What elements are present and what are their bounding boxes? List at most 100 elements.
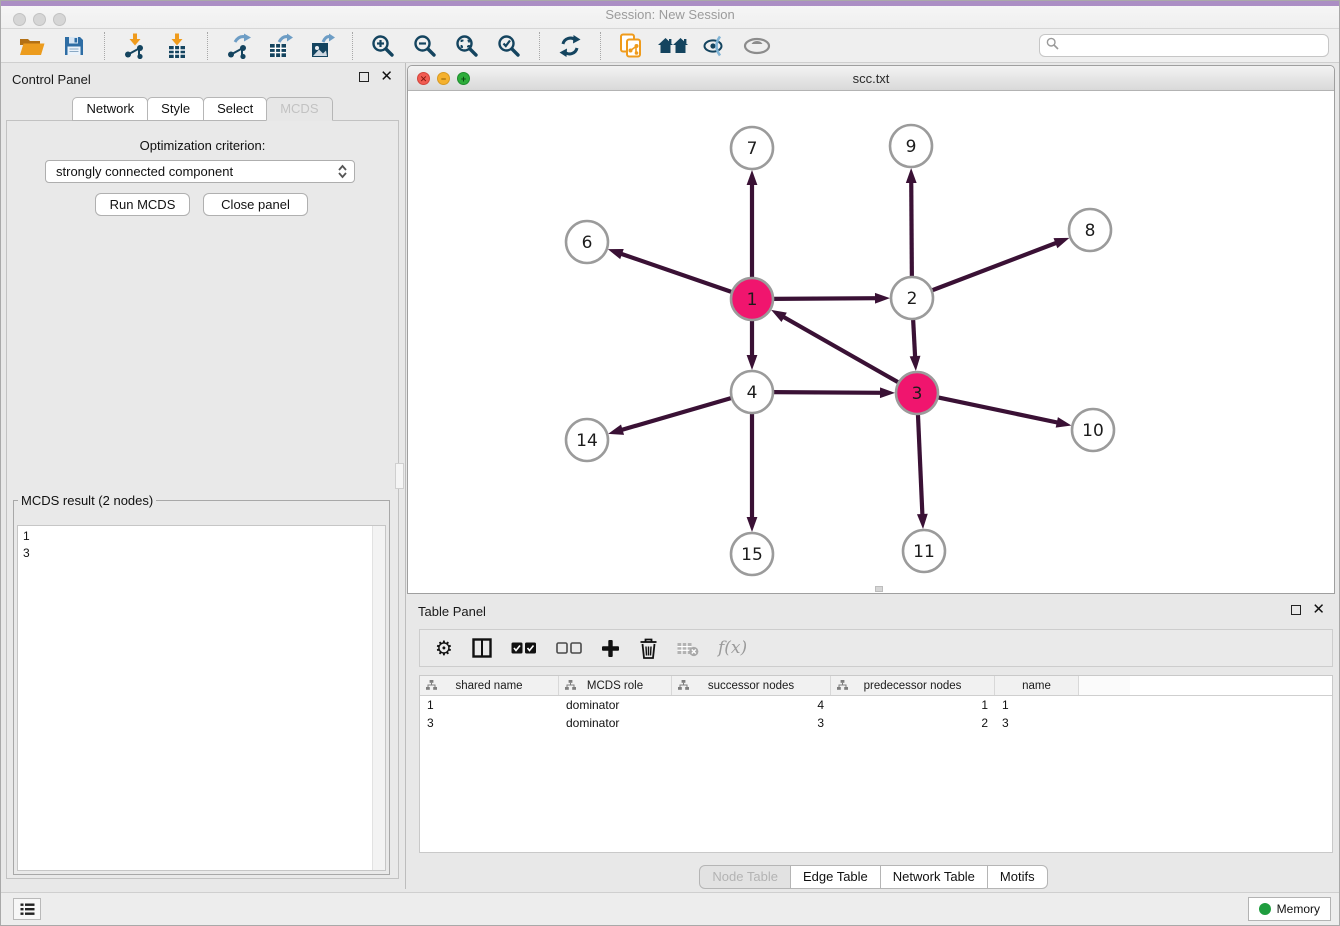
edge-2-8[interactable]: [932, 242, 1059, 290]
table-row[interactable]: 1dominator411: [420, 698, 1332, 714]
column-header-successor-nodes[interactable]: successor nodes: [672, 676, 831, 695]
delete-column-trash-icon[interactable]: [639, 638, 658, 659]
arrowhead: [747, 355, 758, 370]
close-panel-icon[interactable]: ✕: [380, 72, 393, 82]
import-network-icon[interactable]: [119, 31, 151, 61]
table-cell[interactable]: 3: [995, 716, 1079, 732]
status-bar: Memory: [1, 892, 1339, 925]
zoom-fit-icon[interactable]: [451, 31, 483, 61]
tab-edge-table[interactable]: Edge Table: [790, 865, 881, 889]
save-icon[interactable]: [58, 31, 90, 61]
edge-4-3[interactable]: [773, 392, 883, 393]
task-list-icon: [20, 903, 35, 916]
table-cell[interactable]: 1: [420, 698, 559, 714]
zoom-out-icon[interactable]: [409, 31, 441, 61]
optimization-label: Optimization criterion:: [7, 138, 398, 153]
panel-splitter-grip[interactable]: [395, 463, 404, 489]
edge-2-9[interactable]: [911, 180, 912, 277]
network-scrollbar-grip[interactable]: [875, 586, 883, 592]
tab-network[interactable]: Network: [72, 97, 148, 121]
mcds-result-title: MCDS result (2 nodes): [18, 493, 156, 508]
task-history-button[interactable]: [13, 898, 41, 920]
arrowhead: [875, 293, 890, 304]
deselect-all-icon[interactable]: [556, 642, 582, 654]
mcds-result-list[interactable]: 13: [17, 525, 386, 871]
node-label-1: 1: [747, 290, 758, 310]
tab-network-table[interactable]: Network Table: [880, 865, 988, 889]
node-label-14: 14: [576, 431, 598, 451]
table-cell[interactable]: dominator: [559, 698, 672, 714]
tab-mcds[interactable]: MCDS: [266, 97, 332, 121]
dropdown-stepper-icon: [337, 164, 348, 179]
result-scrollbar[interactable]: [372, 526, 385, 870]
show-panel-eye-icon[interactable]: [741, 31, 773, 61]
edge-2-3[interactable]: [913, 319, 915, 359]
float-table-panel-icon[interactable]: [1291, 605, 1301, 615]
clone-network-icon[interactable]: [615, 31, 647, 61]
window-title: Session: New Session: [1, 7, 1339, 22]
table-cell[interactable]: dominator: [559, 716, 672, 732]
table-cell[interactable]: 1: [831, 698, 995, 714]
network-graph[interactable]: 1234678910111415: [408, 92, 1334, 593]
zoom-selected-icon[interactable]: [493, 31, 525, 61]
table-header-row: shared nameMCDS rolesuccessor nodesprede…: [420, 676, 1332, 696]
arrowhead: [771, 310, 787, 322]
edge-1-6[interactable]: [619, 253, 732, 292]
table-panel-title: Table Panel: [418, 604, 486, 619]
tab-style[interactable]: Style: [147, 97, 204, 121]
table-cell[interactable]: 4: [672, 698, 831, 714]
column-header-predecessor-nodes[interactable]: predecessor nodes: [831, 676, 995, 695]
table-row[interactable]: 3dominator323: [420, 716, 1332, 732]
run-mcds-button[interactable]: Run MCDS: [95, 193, 190, 216]
close-table-panel-icon[interactable]: ✕: [1312, 605, 1325, 615]
arrowhead: [906, 168, 917, 183]
criterion-value: strongly connected component: [56, 164, 337, 179]
network-title: scc.txt: [408, 66, 1334, 91]
tab-motifs[interactable]: Motifs: [987, 865, 1048, 889]
table-panel: Table Panel ✕ ⚙ f(x): [407, 601, 1340, 894]
arrowhead: [880, 387, 895, 398]
export-image-icon[interactable]: [306, 31, 338, 61]
column-header-MCDS-role[interactable]: MCDS role: [559, 676, 672, 695]
edge-4-14[interactable]: [620, 398, 732, 431]
column-header-name[interactable]: name: [995, 676, 1079, 695]
search-icon: [1046, 37, 1059, 55]
export-network-icon[interactable]: [222, 31, 254, 61]
criterion-dropdown[interactable]: strongly connected component: [45, 160, 355, 183]
network-window-titlebar[interactable]: ✕ − + scc.txt: [408, 66, 1334, 91]
export-table-icon[interactable]: [264, 31, 296, 61]
add-column-icon[interactable]: [601, 639, 620, 658]
search-input[interactable]: [1063, 38, 1322, 54]
close-panel-button[interactable]: Close panel: [203, 193, 308, 216]
edge-3-10[interactable]: [938, 397, 1060, 423]
node-label-11: 11: [913, 542, 935, 562]
arrowhead: [1056, 417, 1072, 428]
float-panel-icon[interactable]: [359, 72, 369, 82]
refresh-layout-icon[interactable]: [554, 31, 586, 61]
table-cell[interactable]: 2: [831, 716, 995, 732]
edge-1-2[interactable]: [773, 298, 878, 299]
hide-panel-eye-slash-icon[interactable]: [699, 31, 731, 61]
zoom-in-icon[interactable]: [367, 31, 399, 61]
column-type-icon: [565, 680, 576, 694]
search-box[interactable]: [1039, 34, 1329, 57]
table-cell[interactable]: 3: [420, 716, 559, 732]
edge-3-11[interactable]: [918, 414, 923, 517]
accent-strip: [1, 1, 1339, 6]
open-folder-icon[interactable]: [16, 31, 48, 61]
memory-button[interactable]: Memory: [1248, 897, 1331, 921]
column-layout-icon[interactable]: [472, 638, 492, 658]
home-layout-icon[interactable]: [657, 31, 689, 61]
column-header-shared-name[interactable]: shared name: [420, 676, 559, 695]
network-canvas[interactable]: 1234678910111415: [408, 92, 1334, 593]
settings-gear-icon[interactable]: ⚙: [435, 636, 453, 660]
table-cell[interactable]: 3: [672, 716, 831, 732]
edge-3-1[interactable]: [782, 316, 899, 383]
table-cell[interactable]: 1: [995, 698, 1079, 714]
tab-select[interactable]: Select: [203, 97, 267, 121]
tab-node-table[interactable]: Node Table: [699, 865, 791, 889]
node-table[interactable]: shared nameMCDS rolesuccessor nodesprede…: [419, 675, 1333, 853]
delete-table-icon-disabled: [677, 640, 699, 657]
import-table-icon[interactable]: [161, 31, 193, 61]
select-all-checked-icon[interactable]: [511, 642, 537, 654]
